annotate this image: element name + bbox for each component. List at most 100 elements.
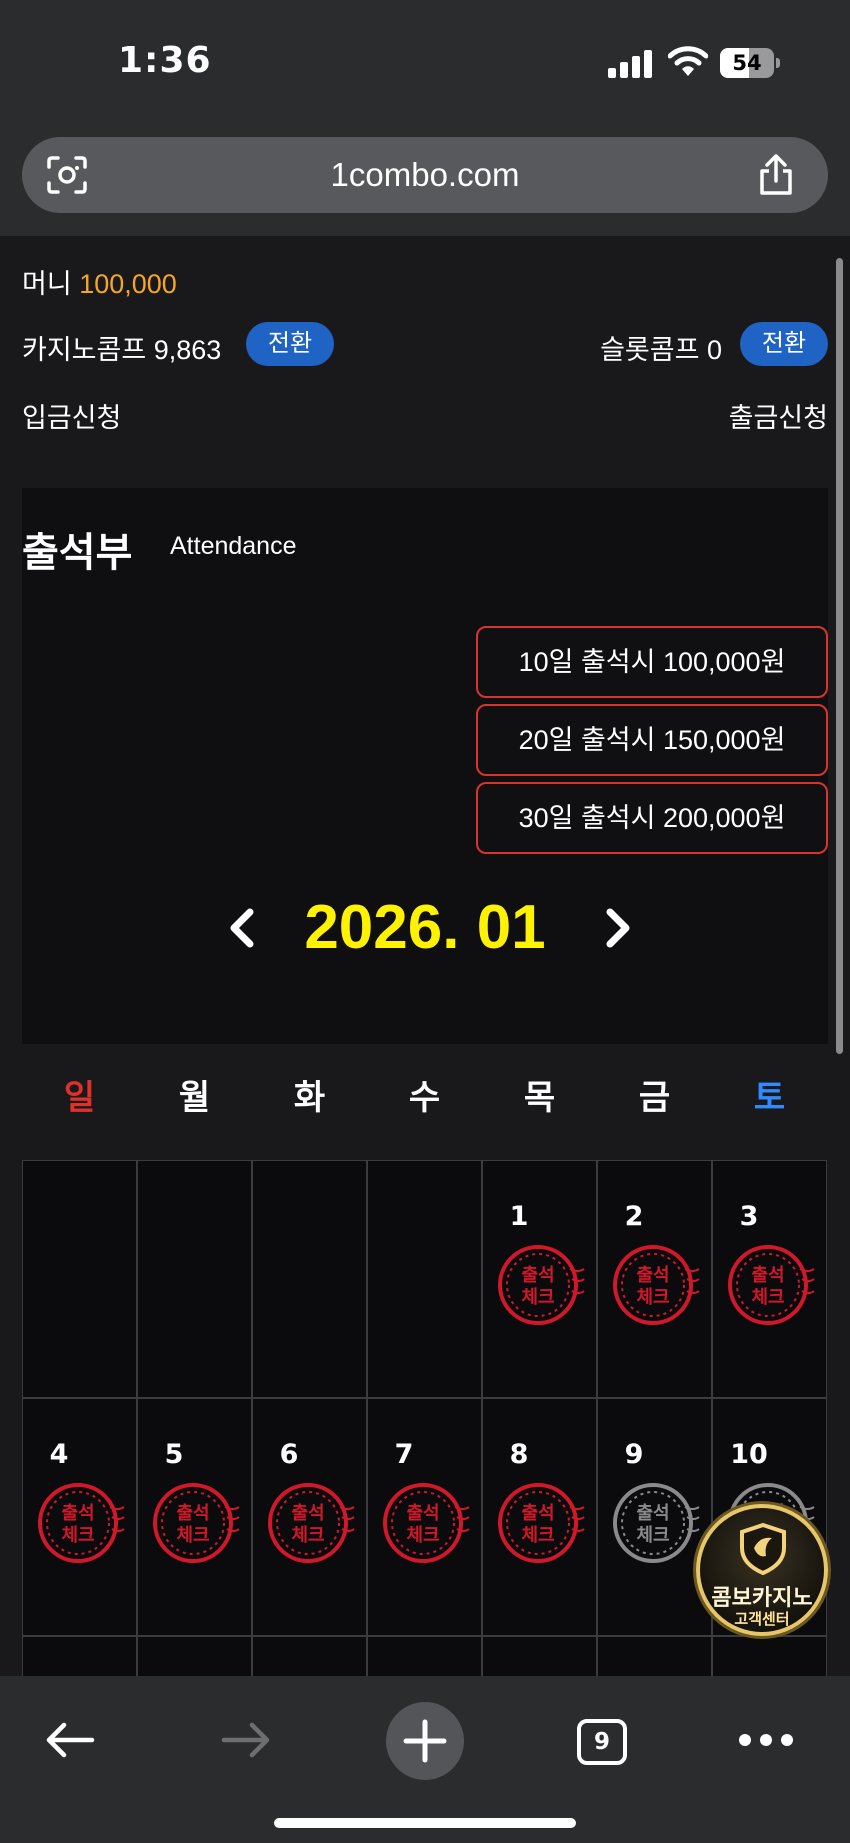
calendar-cell[interactable]: 3 출석 체크 [712, 1160, 827, 1398]
calendar-cell[interactable]: 5 출석 체크 [137, 1398, 252, 1636]
attendance-stamp-empty-icon: 출석체크 [613, 1483, 700, 1563]
stamp-text-top: 출석 [406, 1503, 439, 1524]
calendar-cell [22, 1636, 137, 1676]
calendar-day-number: 4 [49, 1439, 69, 1470]
calendar-day-number: 7 [394, 1439, 414, 1470]
home-indicator [274, 1818, 576, 1828]
casino-comp-label: 카지노콤프 [22, 335, 147, 365]
calendar-day-number: 8 [509, 1439, 529, 1470]
attendance-stamp-icon: 출석체크 [498, 1245, 585, 1325]
customer-center-button[interactable]: 콤보카지노 고객센터 [696, 1504, 828, 1636]
battery-percent: 54 [732, 51, 762, 75]
chevron-left-icon[interactable] [222, 906, 262, 950]
money-value: 100,000 [79, 269, 177, 299]
calendar-cell [367, 1636, 482, 1676]
stamp-text-bottom: 체크 [521, 1525, 554, 1546]
stamp-text-bottom: 체크 [291, 1525, 324, 1546]
calendar-day-number: 1 [509, 1201, 529, 1232]
stamp-text-top: 출석 [61, 1503, 94, 1524]
calendar-cell [137, 1160, 252, 1398]
attendance-stamp-icon: 출석체크 [383, 1483, 470, 1563]
calendar-cell [22, 1160, 137, 1398]
calendar-cell[interactable]: 4 출석 체크 [22, 1398, 137, 1636]
calendar-day-number: 2 [624, 1201, 644, 1232]
address-bar[interactable]: 1combo.com [22, 137, 828, 213]
attendance-stamp-icon: 출석체크 [153, 1483, 240, 1563]
calendar-cell [482, 1636, 597, 1676]
tabs-icon[interactable]: 9 [577, 1719, 627, 1765]
new-tab-button[interactable] [386, 1702, 464, 1780]
calendar-day-number: 5 [164, 1439, 184, 1470]
calendar-day-number: 6 [279, 1439, 299, 1470]
weekday-sun: 일 [63, 1078, 96, 1118]
calendar-cell[interactable]: 6 출석 체크 [252, 1398, 367, 1636]
url-text[interactable]: 1combo.com [22, 137, 828, 213]
calendar-cell [712, 1636, 827, 1676]
slot-comp-convert-button[interactable]: 전환 [740, 322, 828, 366]
stamp-text-top: 출석 [176, 1503, 209, 1524]
signal-icon [608, 48, 654, 78]
scrollbar[interactable] [836, 258, 843, 1054]
stamp-text-bottom: 체크 [636, 1525, 669, 1546]
stamp-text-bottom: 체크 [176, 1525, 209, 1546]
stamp-text-top: 출석 [521, 1265, 554, 1286]
slot-comp-value: 0 [706, 335, 722, 365]
forward-arrow-icon[interactable] [220, 1720, 272, 1760]
calendar-cell [367, 1160, 482, 1398]
attendance-stamp-icon: 출석체크 [613, 1245, 700, 1325]
shield-logo-icon [740, 1522, 786, 1576]
reward-10-days: 10일 출석시 100,000원 [476, 626, 828, 698]
reward-30-days: 30일 출석시 200,000원 [476, 782, 828, 854]
calendar-cell[interactable]: 8 출석 체크 [482, 1398, 597, 1636]
stamp-text-bottom: 체크 [61, 1525, 94, 1546]
stamp-text-bottom: 체크 [751, 1287, 784, 1308]
weekday-sat: 토 [753, 1078, 786, 1118]
attendance-subtitle: Attendance [170, 532, 297, 560]
back-arrow-icon[interactable] [44, 1720, 96, 1760]
money-label: 머니 [22, 269, 72, 299]
reward-20-days: 20일 출석시 150,000원 [476, 704, 828, 776]
share-icon[interactable] [756, 153, 796, 197]
calendar-cell [252, 1160, 367, 1398]
attendance-title: 출석부 [22, 530, 133, 576]
weekday-mon: 월 [178, 1078, 211, 1118]
weekday-header: 일 월 화 수 목 금 토 [22, 1070, 828, 1120]
money-row: 머니 100,000 [22, 262, 177, 301]
calendar-cell [137, 1636, 252, 1676]
calendar-day-number: 10 [730, 1439, 768, 1470]
stamp-text-bottom: 체크 [636, 1287, 669, 1308]
weekday-fri: 금 [638, 1078, 671, 1118]
calendar-cell[interactable]: 1 출석 체크 [482, 1160, 597, 1398]
battery-icon: 54 [720, 48, 780, 78]
calendar-cell [597, 1636, 712, 1676]
weekday-wed: 수 [408, 1078, 441, 1118]
casino-comp: 카지노콤프 9,863 [22, 328, 221, 367]
status-time: 1:36 [118, 40, 212, 81]
calendar-cell[interactable]: 2 출석 체크 [597, 1160, 712, 1398]
plus-icon [403, 1719, 447, 1763]
browser-top-chrome: 1:36 54 1combo.com [0, 0, 850, 236]
casino-comp-value: 9,863 [153, 335, 222, 365]
stamp-text-top: 출석 [636, 1265, 669, 1286]
deposit-link[interactable]: 입금신청 [22, 396, 121, 435]
slot-comp: 슬롯콤프 0 [600, 328, 722, 367]
weekday-tue: 화 [293, 1078, 326, 1118]
calendar-day-number: 9 [624, 1439, 644, 1470]
calendar-day-number: 3 [739, 1201, 759, 1232]
customer-center-label: 고객센터 [734, 1610, 790, 1628]
stamp-text-top: 출석 [636, 1503, 669, 1524]
weekday-thu: 목 [523, 1078, 556, 1118]
attendance-stamp-icon: 출석체크 [498, 1483, 585, 1563]
more-icon[interactable] [738, 1732, 794, 1748]
withdraw-link[interactable]: 출금신청 [729, 396, 828, 435]
web-page: 머니 100,000 카지노콤프 9,863 전환 슬롯콤프 0 전환 입금신청… [0, 236, 850, 1676]
calendar-cell [252, 1636, 367, 1676]
calendar-cell[interactable]: 9 출석 체크 [597, 1398, 712, 1636]
stamp-text-bottom: 체크 [406, 1525, 439, 1546]
chevron-right-icon[interactable] [598, 906, 638, 950]
attendance-stamp-icon: 출석체크 [728, 1245, 815, 1325]
calendar-cell[interactable]: 7 출석 체크 [367, 1398, 482, 1636]
casino-comp-convert-button[interactable]: 전환 [246, 322, 334, 366]
stamp-text-top: 출석 [291, 1503, 324, 1524]
wifi-icon [668, 46, 708, 76]
